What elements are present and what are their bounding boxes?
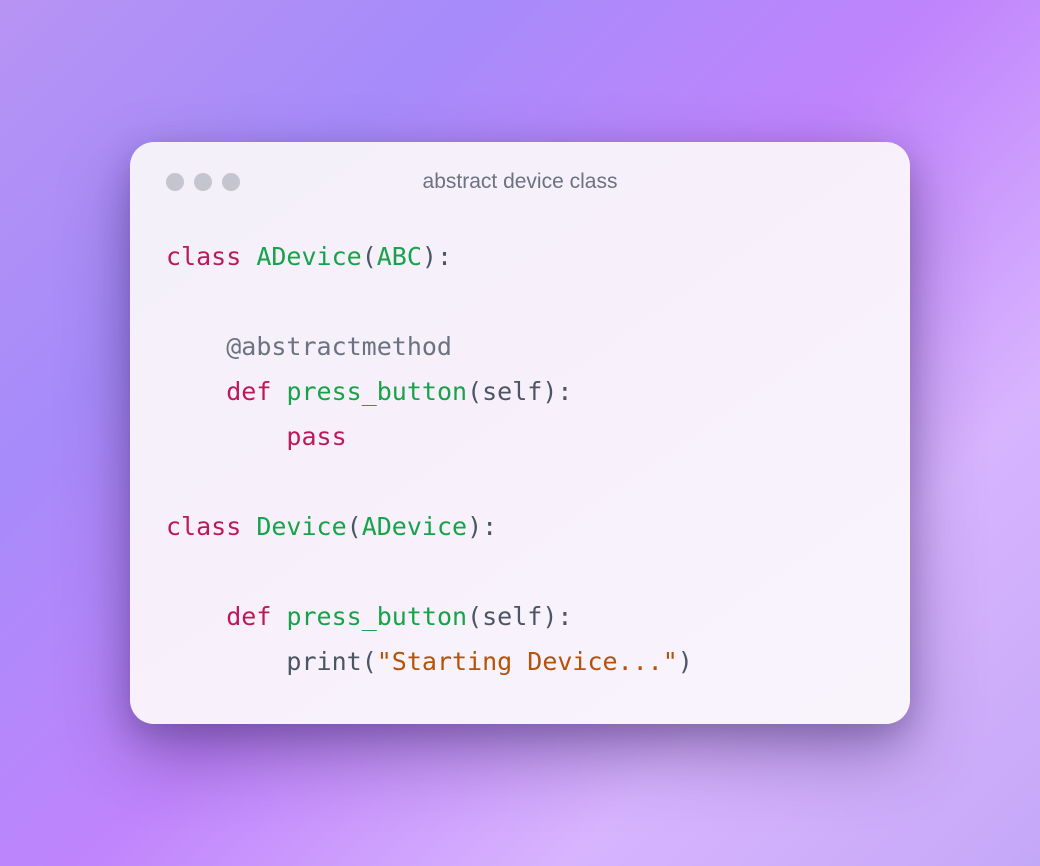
function-name: press_button xyxy=(286,377,467,406)
paren: ( xyxy=(347,512,362,541)
paren: ): xyxy=(422,242,452,271)
keyword-class: class xyxy=(166,512,241,541)
indent xyxy=(166,602,226,631)
code-window: abstract device class class ADevice(ABC)… xyxy=(130,142,910,724)
window-title: abstract device class xyxy=(240,170,800,194)
paren: ( xyxy=(467,602,482,631)
call-print: print xyxy=(286,647,361,676)
paren: ( xyxy=(362,647,377,676)
paren: ) xyxy=(678,647,693,676)
keyword-def: def xyxy=(226,377,271,406)
indent xyxy=(166,422,286,451)
decorator: @abstractmethod xyxy=(226,332,452,361)
class-name: ADevice xyxy=(256,242,361,271)
paren: ( xyxy=(467,377,482,406)
maximize-dot-icon[interactable] xyxy=(222,173,240,191)
keyword-class: class xyxy=(166,242,241,271)
string-literal: "Starting Device..." xyxy=(377,647,678,676)
window-controls xyxy=(166,173,240,191)
titlebar: abstract device class xyxy=(166,170,874,194)
close-dot-icon[interactable] xyxy=(166,173,184,191)
minimize-dot-icon[interactable] xyxy=(194,173,212,191)
function-name: press_button xyxy=(286,602,467,631)
code-block: class ADevice(ABC): @abstractmethod def … xyxy=(166,234,874,684)
base-class: ADevice xyxy=(362,512,467,541)
base-class: ABC xyxy=(377,242,422,271)
paren: ): xyxy=(542,377,572,406)
keyword-pass: pass xyxy=(286,422,346,451)
paren: ): xyxy=(467,512,497,541)
indent xyxy=(166,377,226,406)
param-self: self xyxy=(482,377,542,406)
paren: ( xyxy=(362,242,377,271)
indent xyxy=(166,332,226,361)
keyword-def: def xyxy=(226,602,271,631)
class-name: Device xyxy=(256,512,346,541)
param-self: self xyxy=(482,602,542,631)
indent xyxy=(166,647,286,676)
paren: ): xyxy=(542,602,572,631)
